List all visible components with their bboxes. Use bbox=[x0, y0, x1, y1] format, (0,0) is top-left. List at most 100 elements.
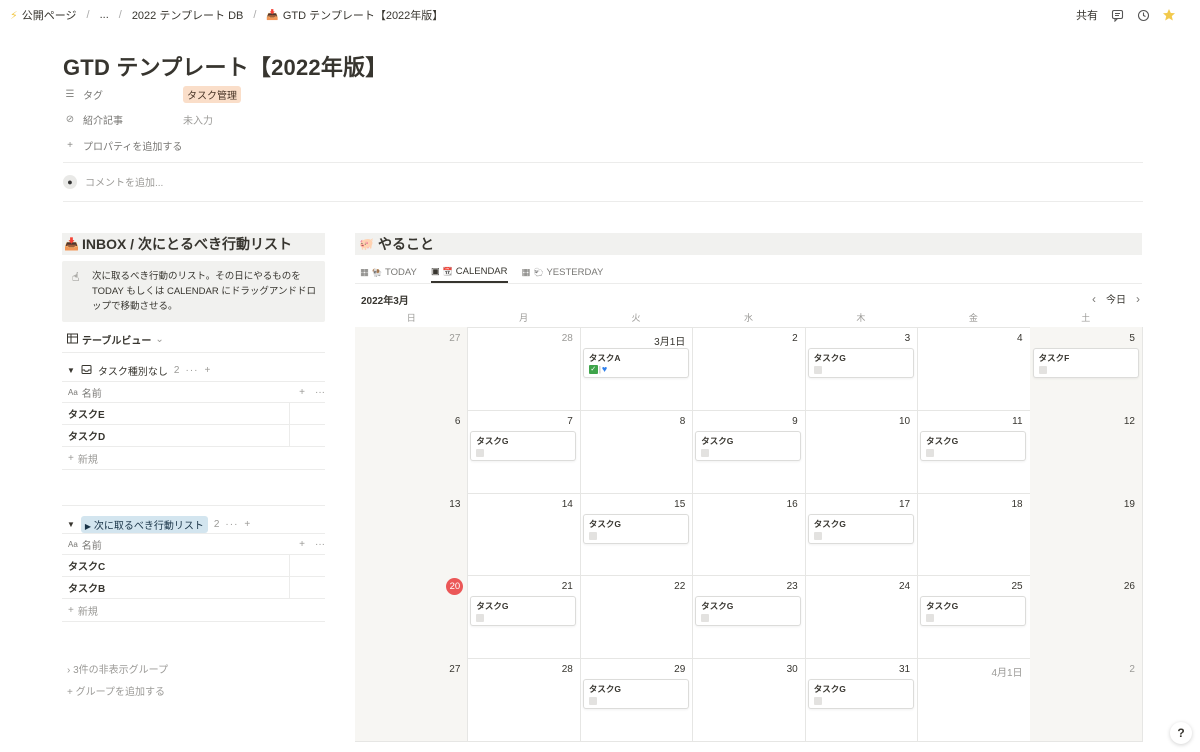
calendar-day-cell[interactable]: 14 bbox=[467, 492, 581, 577]
calendar-day-cell[interactable]: 26 bbox=[1029, 575, 1143, 660]
new-row-button[interactable]: + 新規 bbox=[62, 447, 325, 469]
calendar-card[interactable]: タスクA ✓ | ♥ bbox=[582, 348, 689, 378]
breadcrumb-item-public[interactable]: 公開ページ bbox=[22, 7, 77, 23]
caret-down-icon[interactable]: ▼ bbox=[67, 520, 75, 529]
checkbox[interactable] bbox=[926, 448, 935, 457]
column-header[interactable]: Aa 名前 + ··· bbox=[62, 533, 325, 555]
tag-badge[interactable]: タスク管理 bbox=[183, 85, 241, 103]
calendar-day-cell[interactable]: 18 bbox=[917, 492, 1031, 577]
chevron-left-icon[interactable]: ‹ bbox=[1092, 292, 1096, 306]
calendar-day-cell[interactable]: 29 タスクG bbox=[579, 658, 694, 742]
calendar-day-cell[interactable]: 12 bbox=[1029, 409, 1143, 494]
add-property-button[interactable]: + プロパティを追加する bbox=[63, 134, 182, 156]
tab-yesterday[interactable]: ▦ 🐑 YESTERDAY bbox=[522, 262, 604, 283]
checkbox[interactable] bbox=[813, 697, 822, 706]
calendar-day-cell[interactable]: 8 bbox=[579, 409, 694, 494]
tab-calendar[interactable]: ▣ 📆 CALENDAR bbox=[430, 262, 508, 283]
plus-icon[interactable]: + bbox=[204, 365, 211, 376]
calendar-day-cell[interactable]: 6 bbox=[355, 409, 469, 494]
more-icon[interactable]: ··· bbox=[225, 519, 238, 530]
checkbox[interactable] bbox=[926, 614, 935, 623]
calendar-day-cell[interactable]: 3 タスクG bbox=[804, 327, 919, 411]
calendar-card[interactable]: タスクG bbox=[807, 679, 914, 710]
calendar-day-cell[interactable]: 17 タスクG bbox=[804, 492, 919, 577]
calendar-day-cell[interactable]: 19 bbox=[1029, 492, 1143, 577]
today-button[interactable]: 今日 bbox=[1106, 291, 1126, 306]
more-icon[interactable]: ··· bbox=[315, 539, 325, 550]
calendar-card[interactable]: タスクG bbox=[695, 430, 802, 461]
calendar-card[interactable]: タスクG bbox=[920, 596, 1027, 627]
plus-icon[interactable]: + bbox=[244, 519, 251, 530]
calendar-day-cell[interactable]: 23 タスクG bbox=[692, 575, 806, 660]
calendar-day-cell[interactable]: 30 bbox=[692, 658, 806, 742]
view-selector[interactable]: テーブルビュー ⌄ bbox=[67, 332, 164, 347]
calendar-day-cell[interactable]: 31 タスクG bbox=[804, 658, 919, 742]
calendar-card[interactable]: タスクG bbox=[582, 513, 689, 544]
add-column-icon[interactable]: + bbox=[299, 539, 305, 550]
calendar-card[interactable]: タスクG bbox=[807, 348, 914, 378]
checkbox[interactable] bbox=[588, 531, 597, 540]
calendar-day-cell[interactable]: 11 タスクG bbox=[917, 409, 1031, 494]
calendar-day-cell[interactable]: 10 bbox=[804, 409, 919, 494]
calendar-card[interactable]: タスクG bbox=[582, 679, 689, 710]
calendar-day-cell[interactable]: 2 bbox=[1029, 658, 1143, 742]
calendar-day-cell[interactable]: 4月1日 bbox=[917, 658, 1031, 742]
new-row-button[interactable]: + 新規 bbox=[62, 599, 325, 621]
group-header[interactable]: ▼ タスク種別なし 2 ··· + bbox=[67, 363, 211, 378]
calendar-day-cell[interactable]: 27 bbox=[355, 658, 469, 742]
checkbox[interactable] bbox=[701, 448, 710, 457]
star-icon[interactable] bbox=[1162, 8, 1176, 22]
caret-down-icon[interactable]: ▼ bbox=[67, 366, 75, 375]
column-header[interactable]: Aa 名前 + ··· bbox=[62, 381, 325, 403]
calendar-day-cell[interactable]: 20 bbox=[355, 575, 469, 660]
calendar-day-cell[interactable]: 27 bbox=[355, 327, 469, 411]
calendar-day-cell[interactable]: 9 タスクG bbox=[692, 409, 806, 494]
add-group-button[interactable]: + グループを追加する bbox=[67, 683, 165, 698]
share-button[interactable]: 共有 bbox=[1076, 7, 1098, 23]
property-row-article[interactable]: ⊘ 紹介記事 未入力 bbox=[63, 108, 213, 130]
calendar-day-cell[interactable]: 4 bbox=[917, 327, 1031, 411]
breadcrumb-item-ellipsis[interactable]: ... bbox=[100, 9, 109, 21]
help-button[interactable]: ? bbox=[1170, 722, 1192, 744]
tab-today[interactable]: ▦ 🐏 TODAY bbox=[360, 262, 417, 283]
calendar-day-cell[interactable]: 24 bbox=[804, 575, 919, 660]
property-value-empty[interactable]: 未入力 bbox=[183, 112, 213, 127]
table-row[interactable]: タスクD bbox=[62, 425, 325, 447]
breadcrumb-item-db[interactable]: 2022 テンプレート DB bbox=[132, 7, 244, 23]
checkbox[interactable] bbox=[813, 531, 822, 540]
checkbox[interactable] bbox=[701, 614, 710, 623]
property-row-tag[interactable]: ☰ タグ タスク管理 bbox=[63, 83, 241, 105]
breadcrumb-item-current[interactable]: GTD テンプレート【2022年版】 bbox=[283, 7, 443, 23]
calendar-day-cell[interactable]: 28 bbox=[467, 658, 581, 742]
more-icon[interactable]: ··· bbox=[185, 365, 198, 376]
calendar-card[interactable]: タスクG bbox=[695, 596, 802, 627]
calendar-day-cell[interactable]: 16 bbox=[692, 492, 806, 577]
table-row[interactable]: タスクB bbox=[62, 577, 325, 599]
hidden-groups-toggle[interactable]: › 3件の非表示グループ bbox=[67, 661, 168, 676]
page-title[interactable]: GTD テンプレート【2022年版】 bbox=[63, 50, 387, 82]
checkbox[interactable] bbox=[588, 697, 597, 706]
calendar-day-cell[interactable]: 15 タスクG bbox=[579, 492, 694, 577]
more-icon[interactable]: ··· bbox=[315, 387, 325, 398]
comment-input[interactable]: ● コメントを追加... bbox=[63, 174, 163, 189]
group-header[interactable]: ▼ ▶ 次に取るべき行動リスト 2 ··· + bbox=[67, 516, 251, 533]
checkbox[interactable] bbox=[813, 366, 822, 374]
add-column-icon[interactable]: + bbox=[299, 387, 305, 398]
calendar-day-cell[interactable]: 28 bbox=[467, 327, 581, 411]
calendar-day-cell[interactable]: 2 bbox=[692, 327, 806, 411]
calendar-card[interactable]: タスクG bbox=[920, 430, 1027, 461]
checkbox[interactable] bbox=[476, 614, 485, 623]
calendar-day-cell[interactable]: 25 タスクG bbox=[917, 575, 1031, 660]
checkbox[interactable] bbox=[476, 448, 485, 457]
checkbox[interactable] bbox=[1038, 366, 1047, 374]
calendar-day-cell[interactable]: 13 bbox=[355, 492, 469, 577]
table-row[interactable]: タスクC bbox=[62, 555, 325, 577]
table-row[interactable]: タスクE bbox=[62, 403, 325, 425]
chevron-right-icon[interactable]: › bbox=[1136, 292, 1140, 306]
calendar-card[interactable]: タスクF bbox=[1032, 348, 1139, 378]
calendar-day-cell[interactable]: 5 タスクF bbox=[1029, 327, 1143, 411]
calendar-day-cell[interactable]: 21 タスクG bbox=[467, 575, 581, 660]
calendar-day-cell[interactable]: 3月1日 タスクA ✓ | ♥ bbox=[579, 327, 694, 411]
history-icon[interactable] bbox=[1136, 8, 1150, 22]
calendar-card[interactable]: タスクG bbox=[470, 596, 577, 627]
